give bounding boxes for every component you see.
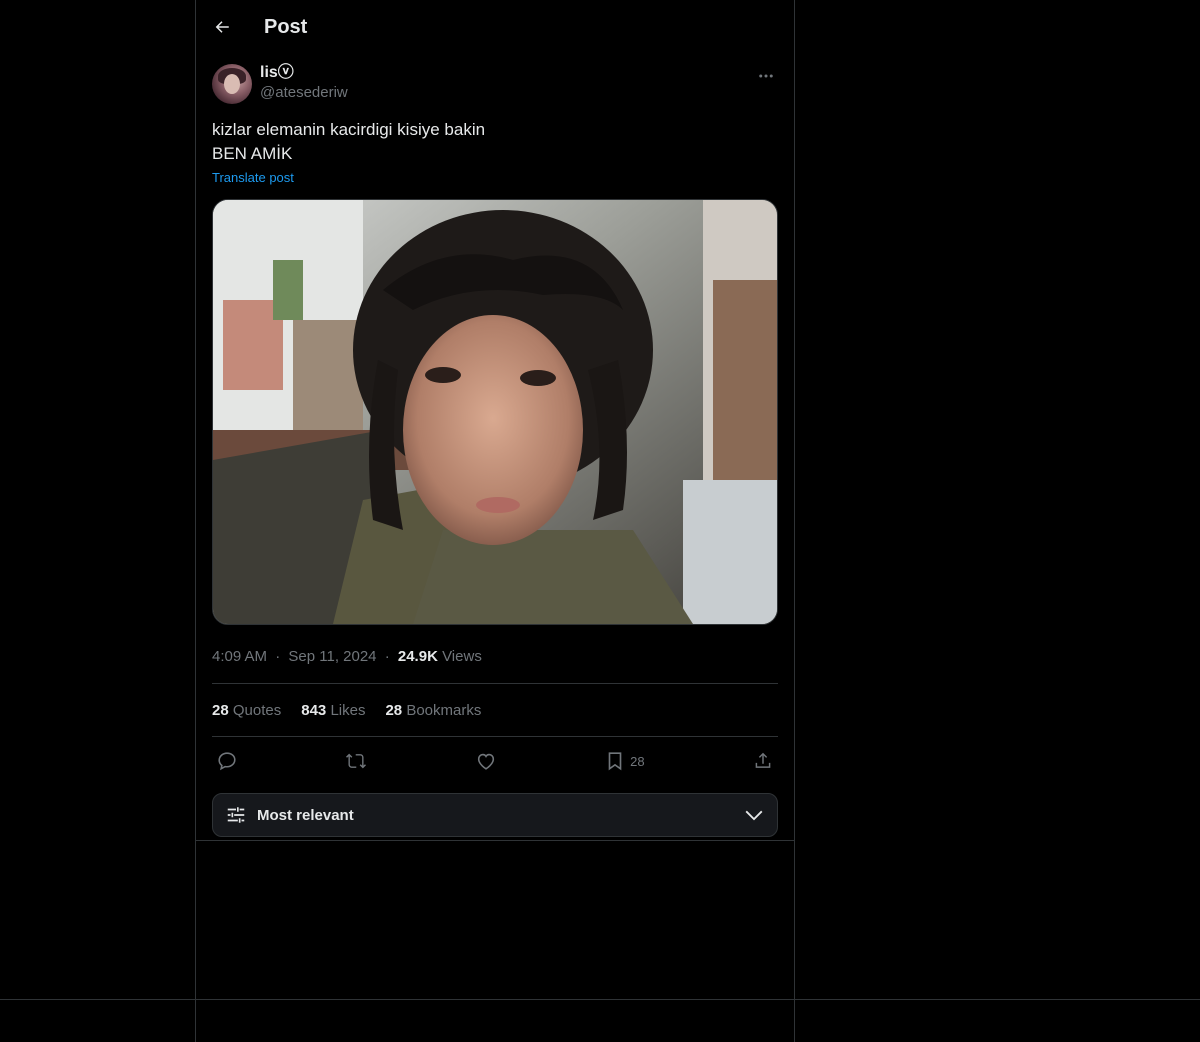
- post-time[interactable]: 4:09 AM: [212, 648, 267, 665]
- avatar[interactable]: [212, 64, 252, 104]
- translate-post-link[interactable]: Translate post: [212, 170, 294, 186]
- section-divider: [196, 840, 794, 841]
- column-border-right: [794, 0, 795, 1042]
- likes-label: Likes: [330, 701, 366, 719]
- views-label: Views: [442, 648, 482, 665]
- quotes-label: Quotes: [232, 701, 282, 719]
- back-button[interactable]: [212, 17, 232, 37]
- views-count: 24.9K: [397, 648, 438, 665]
- author-handle[interactable]: @atesederiw: [260, 83, 348, 103]
- meta-separator: ·: [275, 648, 281, 665]
- bookmark-button[interactable]: 28: [604, 750, 645, 772]
- post-text: kizlar elemanin kacirdigi kisiye bakin B…: [212, 118, 778, 166]
- post-stats: 28 Quotes 843 Likes 28 Bookmarks: [212, 684, 778, 736]
- share-icon: [755, 752, 771, 768]
- share-button[interactable]: [752, 750, 774, 772]
- post-date[interactable]: Sep 11, 2024: [288, 648, 376, 665]
- bottom-border: [0, 999, 1200, 1000]
- post-image[interactable]: [212, 199, 778, 625]
- like-button[interactable]: [475, 750, 497, 772]
- quotes-stat[interactable]: 28 Quotes: [212, 702, 281, 719]
- author-row: lisⓥ @atesederiw: [212, 64, 778, 104]
- reply-button[interactable]: [216, 750, 238, 772]
- bookmarks-stat[interactable]: 28 Bookmarks: [385, 702, 481, 719]
- post-column: Post lisⓥ @atesederiw kizlar elemanin ka…: [196, 0, 794, 841]
- bookmark-count: 28: [630, 753, 645, 769]
- post-header: Post: [196, 0, 794, 54]
- bookmark-icon: [608, 752, 622, 771]
- likes-count: 843: [301, 701, 327, 719]
- likes-stat[interactable]: 843 Likes: [301, 702, 365, 719]
- post-meta: 4:09 AM · Sep 11, 2024 · 24.9K Views: [212, 647, 778, 667]
- meta-separator: ·: [384, 648, 390, 665]
- action-bar: 28: [212, 737, 778, 785]
- repost-button[interactable]: [345, 750, 367, 772]
- page: Post lisⓥ @atesederiw kizlar elemanin ka…: [0, 0, 1200, 1042]
- heart-icon: [477, 753, 494, 770]
- bookmarks-label: Bookmarks: [406, 701, 482, 719]
- arrow-left-icon: [215, 21, 229, 33]
- repost-icon: [346, 753, 367, 769]
- avatar-face: [224, 74, 240, 94]
- post-text-line: kizlar elemanin kacirdigi kisiye bakin: [212, 120, 486, 139]
- author-display-name[interactable]: lisⓥ: [260, 63, 348, 83]
- quotes-count: 28: [212, 701, 229, 719]
- post: lisⓥ @atesederiw kizlar elemanin kacirdi…: [196, 64, 794, 837]
- filter-sliders-icon: [227, 807, 245, 823]
- more-horizontal-icon: [759, 74, 773, 78]
- reply-icon: [218, 752, 236, 771]
- more-button[interactable]: [754, 64, 778, 88]
- author-names: lisⓥ @atesederiw: [260, 64, 348, 103]
- post-text-line: BEN AMİK: [212, 144, 293, 163]
- sort-replies-dropdown[interactable]: Most relevant: [212, 793, 778, 837]
- bookmarks-count: 28: [385, 701, 403, 719]
- sort-label: Most relevant: [257, 806, 354, 824]
- page-title: Post: [264, 15, 308, 38]
- post-image-content: [213, 200, 777, 624]
- chevron-down-icon: [745, 810, 763, 821]
